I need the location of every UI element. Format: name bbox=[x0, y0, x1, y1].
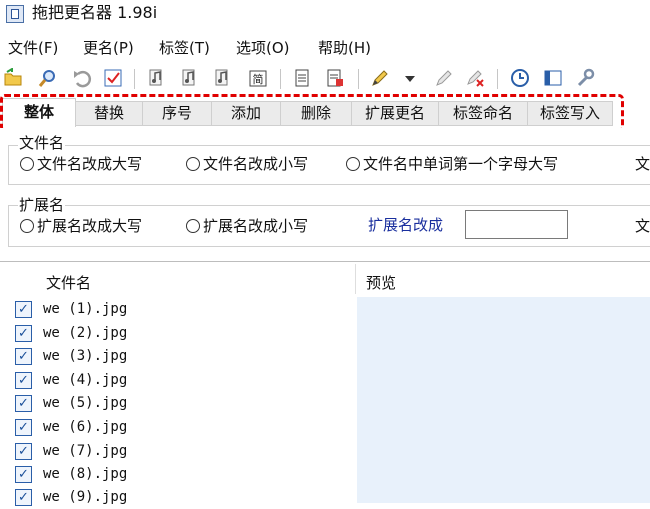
pencil-icon[interactable] bbox=[370, 68, 390, 88]
row-checkbox[interactable]: ✓ bbox=[15, 372, 32, 389]
extension-group-title: 扩展名 bbox=[18, 196, 66, 214]
radio-circle[interactable] bbox=[346, 157, 360, 171]
title-bar: 拖把更名器 1.98i bbox=[0, 0, 650, 28]
toolbar-separator bbox=[280, 69, 281, 89]
radio-extension-lowercase[interactable]: 扩展名改成小写 bbox=[186, 217, 308, 235]
radio-circle[interactable] bbox=[20, 219, 34, 233]
menu-help[interactable]: 帮助(H) bbox=[318, 36, 371, 60]
app-icon bbox=[6, 5, 24, 23]
menu-bar: 文件(F) 更名(P) 标签(T) 选项(O) 帮助(H) bbox=[0, 36, 650, 60]
check-icon[interactable] bbox=[103, 68, 123, 88]
search-icon[interactable] bbox=[38, 68, 58, 88]
file-row[interactable]: ✓ we (7).jpg bbox=[0, 440, 356, 463]
filename-group-title: 文件名 bbox=[18, 134, 66, 152]
window-icon[interactable] bbox=[543, 68, 563, 88]
menu-tag[interactable]: 标签(T) bbox=[159, 36, 210, 60]
file-name: we (4).jpg bbox=[43, 372, 128, 388]
extension-rename-label: 扩展名改成 bbox=[368, 216, 444, 234]
toolbar-separator bbox=[134, 69, 135, 89]
preview-column bbox=[357, 297, 650, 503]
radio-label: 文件名改成小写 bbox=[203, 155, 309, 173]
radio-label: 扩展名改成大写 bbox=[37, 217, 143, 235]
file-name: we (8).jpg bbox=[43, 466, 128, 482]
radio-filename-lowercase[interactable]: 文件名改成小写 bbox=[186, 155, 308, 173]
radio-label: 扩展名改成小写 bbox=[203, 217, 309, 235]
row-checkbox[interactable]: ✓ bbox=[15, 325, 32, 342]
row-checkbox[interactable]: ✓ bbox=[15, 348, 32, 365]
music-tag-icon[interactable] bbox=[180, 68, 200, 88]
row-checkbox[interactable]: ✓ bbox=[15, 395, 32, 412]
simplified-chinese-icon[interactable]: 简 bbox=[248, 68, 268, 88]
document-icon[interactable] bbox=[292, 68, 312, 88]
music-tag-icon[interactable] bbox=[213, 68, 233, 88]
undo-icon[interactable] bbox=[72, 68, 92, 88]
music-tag-icon[interactable] bbox=[147, 68, 167, 88]
filename-overflow-text: 文 bbox=[635, 155, 650, 173]
file-row[interactable]: ✓ we (5).jpg bbox=[0, 392, 356, 415]
file-name: we (5).jpg bbox=[43, 395, 128, 411]
document-edit-icon[interactable] bbox=[325, 68, 345, 88]
menu-rename[interactable]: 更名(P) bbox=[83, 36, 134, 60]
column-divider[interactable] bbox=[355, 264, 356, 294]
svg-text:简: 简 bbox=[253, 72, 264, 86]
extension-overflow-text: 文 bbox=[635, 217, 650, 235]
window-title: 拖把更名器 1.98i bbox=[32, 3, 158, 22]
row-checkbox[interactable]: ✓ bbox=[15, 466, 32, 483]
toolbar: 简 bbox=[0, 66, 650, 92]
file-row[interactable]: ✓ we (3).jpg bbox=[0, 345, 356, 368]
file-name: we (1).jpg bbox=[43, 301, 128, 317]
file-row[interactable]: ✓ we (9).jpg bbox=[0, 486, 356, 509]
menu-file[interactable]: 文件(F) bbox=[8, 36, 58, 60]
pencil-icon[interactable] bbox=[434, 68, 454, 88]
file-row[interactable]: ✓ we (2).jpg bbox=[0, 322, 356, 345]
menu-options[interactable]: 选项(O) bbox=[236, 36, 290, 60]
file-name: we (2).jpg bbox=[43, 325, 128, 341]
file-name: we (9).jpg bbox=[43, 489, 128, 505]
dropdown-arrow-icon[interactable] bbox=[404, 68, 416, 88]
file-name: we (3).jpg bbox=[43, 348, 128, 364]
file-row[interactable]: ✓ we (4).jpg bbox=[0, 369, 356, 392]
file-name: we (7).jpg bbox=[43, 443, 128, 459]
row-checkbox[interactable]: ✓ bbox=[15, 419, 32, 436]
radio-circle[interactable] bbox=[20, 157, 34, 171]
radio-filename-capitalize-words[interactable]: 文件名中单词第一个字母大写 bbox=[346, 155, 558, 173]
file-row[interactable]: ✓ we (1).jpg bbox=[0, 298, 356, 321]
open-folder-icon[interactable] bbox=[3, 67, 23, 88]
radio-extension-uppercase[interactable]: 扩展名改成大写 bbox=[20, 217, 142, 235]
radio-filename-uppercase[interactable]: 文件名改成大写 bbox=[20, 155, 142, 173]
wrench-icon[interactable] bbox=[575, 68, 595, 88]
row-checkbox[interactable]: ✓ bbox=[15, 301, 32, 318]
row-checkbox[interactable]: ✓ bbox=[15, 443, 32, 460]
file-name: we (6).jpg bbox=[43, 419, 128, 435]
column-header-preview[interactable]: 预览 bbox=[366, 274, 396, 292]
radio-circle[interactable] bbox=[186, 219, 200, 233]
column-header-filename[interactable]: 文件名 bbox=[46, 274, 91, 292]
file-row[interactable]: ✓ we (8).jpg bbox=[0, 463, 356, 486]
radio-label: 文件名改成大写 bbox=[37, 155, 143, 173]
radio-circle[interactable] bbox=[186, 157, 200, 171]
toolbar-separator bbox=[497, 69, 498, 89]
row-checkbox[interactable]: ✓ bbox=[15, 489, 32, 506]
toolbar-separator bbox=[358, 69, 359, 89]
clock-icon[interactable] bbox=[510, 68, 530, 88]
extension-rename-input[interactable] bbox=[465, 210, 568, 239]
file-row[interactable]: ✓ we (6).jpg bbox=[0, 416, 356, 439]
tab-strip-highlight bbox=[0, 94, 624, 132]
pencil-delete-icon[interactable] bbox=[465, 68, 485, 88]
radio-label: 文件名中单词第一个字母大写 bbox=[363, 155, 559, 173]
